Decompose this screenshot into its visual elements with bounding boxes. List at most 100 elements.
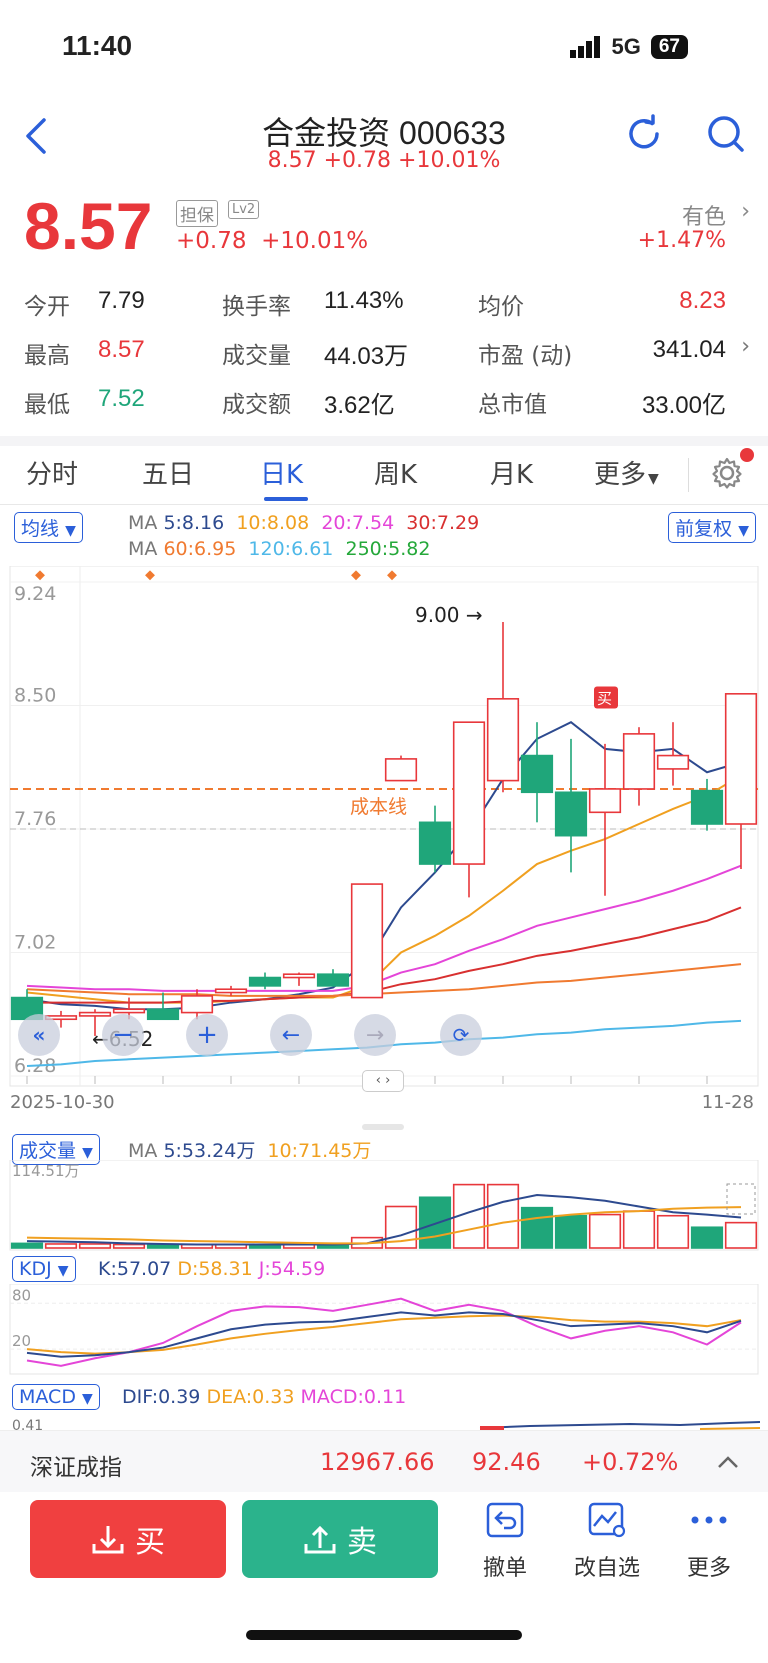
macd-selector-button[interactable]: MACD ▼	[12, 1384, 100, 1410]
stat-value: 44.03万	[324, 343, 409, 370]
move-right-button[interactable]: →	[354, 1014, 396, 1056]
kdj-tick-label: 20	[12, 1332, 31, 1350]
ma30-value: 30:7.29	[406, 512, 480, 534]
candle-body	[316, 973, 350, 987]
signal-icon	[569, 36, 600, 58]
tab-more[interactable]: 更多 ▼	[594, 454, 659, 491]
event-marker	[351, 570, 361, 581]
ma-legend-row2: MA 60:6.95 120:6.61 250:5.82	[128, 538, 430, 560]
caret-down-icon: ▼	[57, 1263, 69, 1279]
ma-selector-label: 均线	[21, 518, 60, 540]
undo-icon	[486, 1502, 524, 1538]
volume-ma5: 5:53.24万	[163, 1140, 256, 1162]
sell-button[interactable]: 卖	[242, 1500, 438, 1578]
index-value: 12967.66	[320, 1448, 435, 1476]
chevron-right-icon[interactable]: ›	[741, 199, 750, 224]
candle-body	[350, 883, 384, 999]
current-price: 8.57	[24, 189, 153, 263]
cost-line-label: 成本线	[350, 796, 407, 818]
chevron-right-icon[interactable]: ›	[741, 334, 750, 359]
kdj-d: D:58.31	[177, 1258, 253, 1280]
y-tick-label: 9.24	[14, 583, 56, 605]
ma-selector-button[interactable]: 均线 ▼	[14, 512, 83, 543]
drag-handle-icon[interactable]: ‹ ›	[362, 1070, 404, 1092]
ma-prefix: MA	[128, 538, 158, 560]
y-tick-label: 7.76	[14, 808, 56, 830]
volume-bar	[554, 1214, 588, 1249]
minus-icon: −	[112, 1020, 134, 1050]
candle-body	[418, 821, 452, 865]
notification-dot	[740, 448, 754, 462]
refresh-icon[interactable]	[624, 114, 664, 154]
volume-bar	[486, 1183, 520, 1249]
pe-value-link[interactable]: 341.04	[653, 336, 726, 364]
adjust-selector-button[interactable]: 前复权 ▼	[668, 512, 756, 543]
kdj-tick-label: 80	[12, 1286, 31, 1304]
edit-watchlist-button[interactable]: 改自选	[562, 1500, 652, 1582]
cancel-order-label: 撤单	[482, 1556, 527, 1581]
stat-value: 3.62亿	[324, 392, 395, 419]
kdj-selector-button[interactable]: KDJ ▼	[12, 1256, 76, 1282]
stat-label: 均价	[478, 294, 524, 320]
macd-dif-line	[479, 1421, 760, 1429]
search-icon[interactable]	[706, 114, 746, 154]
home-indicator	[246, 1630, 522, 1640]
volume-bar	[10, 1242, 44, 1249]
price-change: +0.78 +10.01%	[176, 228, 368, 254]
macd-lines	[479, 1421, 760, 1430]
index-change-pct: +0.72%	[582, 1448, 679, 1476]
kdj-d-line	[26, 1314, 742, 1355]
fast-rewind-button[interactable]: «	[18, 1014, 60, 1056]
stat-label: 总市值	[478, 392, 547, 418]
x-label-start: 2025-10-30	[10, 1092, 115, 1113]
adjust-selector-label: 前复权	[675, 518, 733, 540]
volume-bar	[588, 1213, 622, 1249]
ma120-value: 120:6.61	[248, 538, 334, 560]
more-label: 更多	[686, 1556, 731, 1581]
tab-daily-k[interactable]: 日K	[260, 454, 303, 491]
macd-legend: DIF:0.39 DEA:0.33 MACD:0.11	[122, 1386, 406, 1408]
rotate-icon: ⟳	[452, 1023, 470, 1047]
stat-label: 成交额	[222, 392, 291, 418]
tab-monthly-k[interactable]: 月K	[490, 454, 533, 491]
buy-button[interactable]: 买	[30, 1500, 226, 1578]
kdj-chart[interactable]: 80 20	[0, 1284, 768, 1376]
edit-watchlist-label: 改自选	[573, 1556, 640, 1581]
candle-body	[656, 754, 690, 770]
volume-bar	[78, 1243, 112, 1249]
chevron-up-icon[interactable]	[716, 1452, 740, 1472]
sector-link[interactable]: 有色	[682, 199, 726, 231]
volume-bar	[656, 1214, 690, 1249]
zoom-in-button[interactable]: +	[186, 1014, 228, 1056]
candle-body	[180, 995, 214, 1014]
gear-icon[interactable]	[710, 456, 744, 490]
stat-label: 换手率	[222, 294, 291, 320]
volume-bar	[44, 1243, 78, 1249]
candle-body	[690, 789, 724, 825]
stat-label: 最高	[24, 343, 70, 369]
tab-five-day[interactable]: 五日	[142, 454, 194, 491]
ma5-value: 5:8.16	[163, 512, 225, 534]
move-left-button[interactable]: ←	[270, 1014, 312, 1056]
sell-label: 卖	[347, 1525, 377, 1560]
more-dots-icon	[691, 1516, 727, 1524]
ma-line-ma20	[26, 864, 742, 992]
candle-body	[384, 758, 418, 782]
sell-arrow-icon	[304, 1525, 336, 1554]
more-button[interactable]: 更多	[664, 1500, 754, 1582]
kdj-selector-label: KDJ	[19, 1258, 52, 1280]
volume-bar	[690, 1226, 724, 1249]
candle-body	[724, 693, 758, 825]
cancel-order-button[interactable]: 撤单	[460, 1500, 550, 1582]
candle-body	[112, 1008, 146, 1014]
tab-intraday[interactable]: 分时	[26, 454, 78, 491]
zoom-out-button[interactable]: −	[102, 1014, 144, 1056]
candle-body	[146, 1008, 180, 1021]
volume-max-label: 114.51万	[12, 1162, 80, 1180]
tab-weekly-k[interactable]: 周K	[374, 454, 417, 491]
volume-chart[interactable]: 114.51万	[0, 1160, 768, 1252]
rotate-screen-button[interactable]: ⟳	[440, 1014, 482, 1056]
stat-label: 市盈 (动)	[478, 343, 573, 369]
stat-value: 8.57	[98, 336, 145, 363]
panel-resize-handle[interactable]	[362, 1124, 404, 1130]
